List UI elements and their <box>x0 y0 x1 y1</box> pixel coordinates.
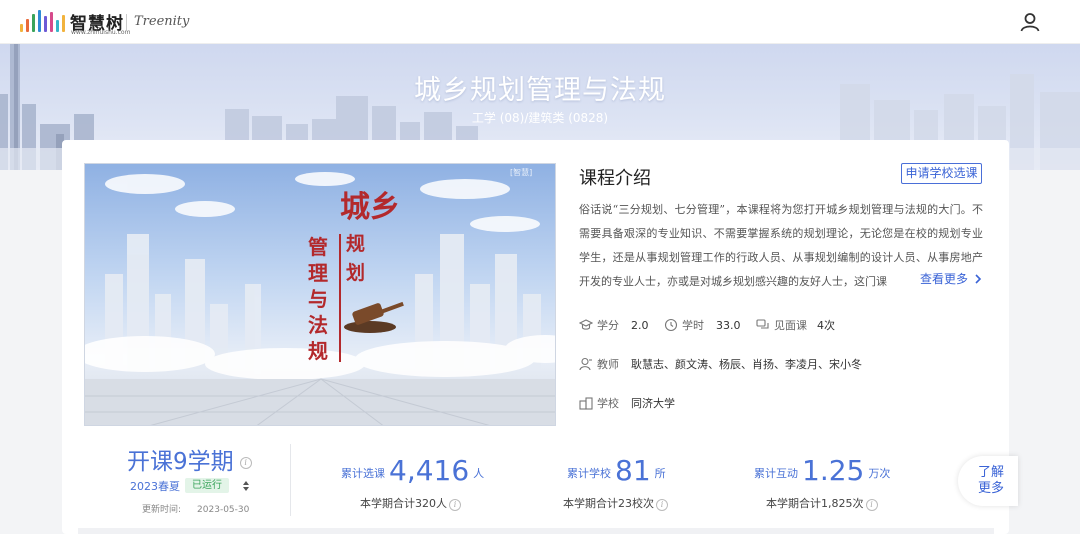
stat-label: 累计学校 <box>567 467 611 480</box>
stat-label: 累计互动 <box>754 467 798 480</box>
stat-enrollments-sub: 本学期合计320人 i <box>360 495 461 511</box>
update-date: 2023-05-30 <box>197 505 250 515</box>
stat-enrollments: 累计选课 4,416 人 <box>341 454 484 488</box>
stat-unit: 人 <box>473 467 485 480</box>
course-card: [智慧] 城乡 规划 管理与法规 课程介绍 申请学校选课 俗话说“三分规划、七分… <box>62 140 1009 534</box>
stat-unit: 所 <box>654 467 666 480</box>
graduation-cap-icon <box>579 319 593 330</box>
next-section-edge <box>78 528 994 534</box>
school-label: 学校 <box>597 397 619 410</box>
hours-value: 33.0 <box>716 319 741 332</box>
stat-value: 81 <box>615 454 651 487</box>
stat-interactions-sub: 本学期合计1,825次 i <box>766 495 878 511</box>
cover-title-top: 城乡 <box>340 190 400 225</box>
stat-value: 4,416 <box>389 454 470 487</box>
teacher-names: 耿慧志、颜文涛、杨辰、肖扬、李凌月、宋小冬 <box>631 358 862 371</box>
stat-sub-text: 本学期合计1,825次 <box>766 497 864 510</box>
stat-unit: 万次 <box>868 467 891 480</box>
chevron-right-icon <box>975 274 981 284</box>
info-icon[interactable]: i <box>865 499 878 511</box>
stat-value: 1.25 <box>802 454 865 487</box>
top-bar: 智慧树 www.zhihuishu.com Treenity <box>0 0 1080 44</box>
cover-watermark: [智慧] <box>510 168 533 177</box>
view-more-link[interactable]: 查看更多 <box>914 271 982 287</box>
chat-bubbles-icon <box>756 319 769 329</box>
update-label: 更新时间: <box>142 505 182 515</box>
stats-divider <box>290 444 291 516</box>
stat-sub-text: 本学期合计320人 <box>360 497 447 510</box>
logo-url: www.zhihuishu.com <box>71 29 131 36</box>
credit-label: 学分 <box>597 319 619 332</box>
status-badge: 已运行 <box>185 478 229 493</box>
teacher-label: 教师 <box>597 358 619 371</box>
logo-separator <box>126 14 127 30</box>
school-name: 同济大学 <box>631 397 675 410</box>
cover-title-left: 管理与法规 <box>308 235 328 363</box>
update-time: 更新时间: 2023-05-30 <box>142 502 249 515</box>
school-building-icon <box>579 397 593 410</box>
clock-icon <box>664 318 678 332</box>
user-icon[interactable] <box>1020 12 1040 32</box>
info-icon[interactable]: i <box>449 499 461 511</box>
stat-schools-sub: 本学期合计23校次 i <box>563 495 668 511</box>
meet-label: 见面课 <box>774 319 807 332</box>
logo-bars-icon[interactable] <box>20 10 66 32</box>
cover-title-mid: 规划 <box>346 233 366 284</box>
stat-sub-text: 本学期合计23校次 <box>563 497 654 510</box>
view-more-label: 查看更多 <box>920 272 969 286</box>
partner-logo-text: Treenity <box>134 14 190 29</box>
current-semester[interactable]: 2023春夏 <box>130 478 180 494</box>
credit-value: 2.0 <box>631 319 649 332</box>
stat-schools: 累计学校 81 所 <box>567 454 666 488</box>
semester-switch-icon[interactable] <box>242 480 250 492</box>
info-icon[interactable]: i <box>656 499 668 511</box>
teacher-icon <box>579 357 592 371</box>
teachers-row: 教师 耿慧志、颜文涛、杨辰、肖扬、李凌月、宋小冬 <box>579 357 874 373</box>
info-icon[interactable]: i <box>239 457 252 469</box>
stat-label: 累计选课 <box>341 467 385 480</box>
course-cover-video[interactable]: [智慧] 城乡 规划 管理与法规 <box>84 163 556 426</box>
meet-value: 4次 <box>817 319 835 332</box>
learn-more-line2: 更多 <box>977 481 1004 496</box>
course-title: 城乡规划管理与法规 <box>414 75 666 106</box>
learn-more-button[interactable]: 了解 更多 <box>958 456 1018 506</box>
course-stats-row: 学分 2.0 学时 33.0 见面课 4次 <box>579 318 847 334</box>
school-row: 学校 同济大学 <box>579 396 687 412</box>
stat-interactions: 累计互动 1.25 万次 <box>754 454 890 488</box>
semester-count-text: 开课9学期 <box>127 449 234 475</box>
learn-more-line1: 了解 <box>977 465 1004 480</box>
intro-title: 课程介绍 <box>579 168 651 189</box>
course-category: 工学 (08)/建筑类 (0828) <box>471 111 609 125</box>
semester-count: 开课9学期 i <box>127 442 252 476</box>
apply-school-button[interactable]: 申请学校选课 <box>901 163 982 184</box>
hours-label: 学时 <box>682 319 704 332</box>
